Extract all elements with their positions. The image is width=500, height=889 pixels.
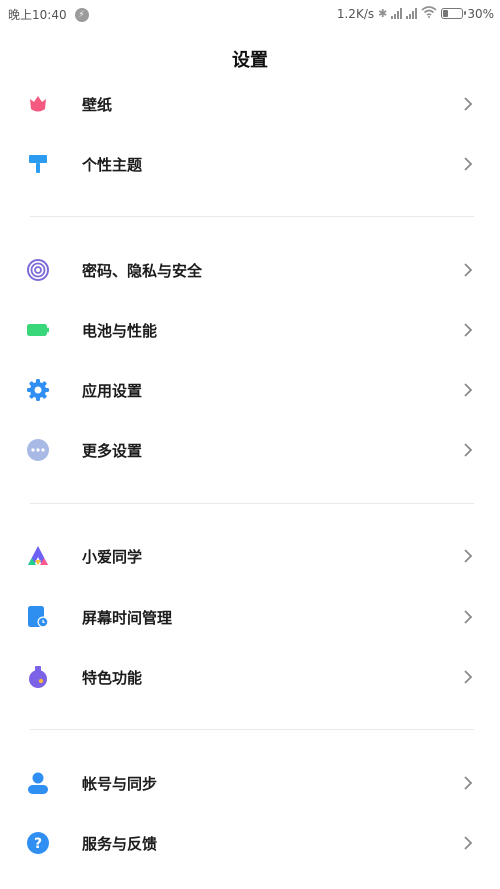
chevron-right-icon (462, 261, 474, 279)
more-icon (26, 438, 50, 462)
settings-item-battery[interactable]: 电池与性能 (0, 300, 500, 360)
signal-2-icon (406, 8, 418, 19)
fingerprint-icon (26, 258, 50, 282)
battery-status-icon (441, 8, 467, 19)
settings-item-label: 更多设置 (82, 442, 143, 460)
settings-item-label: 应用设置 (82, 382, 143, 400)
chevron-right-icon (462, 668, 474, 686)
settings-item-security[interactable]: 密码、隐私与安全 (0, 240, 500, 300)
settings-item-label: 屏幕时间管理 (82, 609, 173, 627)
xiaoai-icon (26, 544, 50, 568)
section-divider (30, 729, 474, 730)
settings-item-more[interactable]: 更多设置 (0, 420, 500, 480)
status-bar: 晚上10:40 ⚡ 1.2K/s ✱ 30% (0, 0, 500, 28)
settings-item-feedback[interactable]: ? 服务与反馈 (0, 813, 500, 873)
chevron-right-icon (462, 95, 474, 113)
account-icon (26, 771, 50, 795)
settings-item-screen-time[interactable]: 屏幕时间管理 (0, 587, 500, 647)
settings-item-label: 密码、隐私与安全 (82, 262, 203, 280)
settings-item-account[interactable]: 帐号与同步 (0, 753, 500, 813)
chevron-right-icon (462, 774, 474, 792)
signal-icon (391, 8, 403, 19)
settings-item-label: 电池与性能 (82, 322, 158, 340)
settings-item-xiaoai[interactable]: 小爱同学 (0, 526, 500, 586)
shield-notification-icon: ⚡ (74, 7, 89, 22)
settings-item-label: 个性主题 (82, 156, 143, 174)
battery-icon (26, 318, 50, 342)
bluetooth-icon: ✱ (378, 7, 388, 20)
battery-level (443, 10, 449, 17)
chevron-right-icon (462, 381, 474, 399)
wifi-icon (421, 6, 437, 21)
chevron-right-icon (462, 547, 474, 565)
settings-item-wallpaper[interactable]: 壁纸 (0, 74, 500, 134)
chevron-right-icon (462, 441, 474, 459)
flask-icon (26, 665, 50, 689)
help-icon: ? (26, 831, 50, 855)
tulip-icon (26, 92, 50, 116)
chevron-right-icon (462, 321, 474, 339)
section-divider (30, 216, 474, 217)
settings-item-app-settings[interactable]: 应用设置 (0, 360, 500, 420)
chevron-right-icon (462, 608, 474, 626)
settings-item-label: 服务与反馈 (82, 835, 158, 853)
gear-icon (26, 378, 50, 402)
settings-item-label: 特色功能 (82, 669, 143, 687)
screen-time-icon (26, 605, 50, 629)
paint-roller-icon (26, 152, 50, 176)
battery-percent: 30% (467, 6, 494, 21)
net-speed: 1.2K/s (336, 6, 375, 21)
settings-item-label: 壁纸 (82, 96, 113, 114)
chevron-right-icon (462, 834, 474, 852)
settings-item-theme[interactable]: 个性主题 (0, 134, 500, 194)
settings-item-label: 帐号与同步 (82, 775, 158, 793)
settings-item-features[interactable]: 特色功能 (0, 647, 500, 707)
page-title: 设置 (232, 50, 268, 71)
section-divider (30, 503, 474, 504)
settings-item-label: 小爱同学 (82, 548, 143, 566)
svg-text:?: ? (34, 836, 42, 852)
chevron-right-icon (462, 155, 474, 173)
status-time: 晚上10:40 (8, 8, 67, 22)
